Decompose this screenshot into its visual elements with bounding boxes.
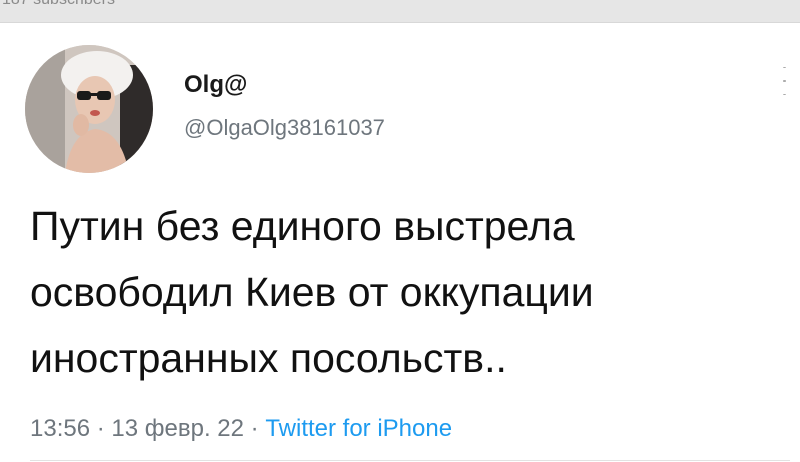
user-handle[interactable]: @OlgaOlg38161037 — [184, 115, 385, 141]
tweet-date[interactable]: 13 февр. 22 — [111, 415, 244, 442]
meta-separator: · — [90, 415, 112, 442]
tweet-source-link[interactable]: Twitter for iPhone — [265, 415, 452, 442]
cropped-subscriber-text: 187 subscribers — [2, 0, 115, 9]
meta-separator: · — [243, 415, 266, 442]
tweet-metadata: 13:56 · 13 февр. 22 · Twitter for iPhone — [30, 415, 452, 443]
tweet-card: Olg@ @OlgaOlg38161037 Путин без единого … — [0, 22, 800, 462]
more-vertical-icon — [782, 67, 786, 69]
tweet-time[interactable]: 13:56 — [30, 415, 90, 442]
avatar-photo — [25, 45, 153, 173]
tweet-text: Путин без единого выстрела освободил Кие… — [30, 203, 594, 381]
avatar[interactable] — [25, 45, 153, 173]
more-vertical-icon-dot — [782, 93, 786, 95]
more-options-button[interactable] — [776, 61, 792, 101]
cropped-header-strip: 187 subscribers — [0, 0, 800, 22]
more-vertical-icon-dot — [782, 80, 786, 82]
display-name[interactable]: Olg@ — [184, 71, 247, 99]
